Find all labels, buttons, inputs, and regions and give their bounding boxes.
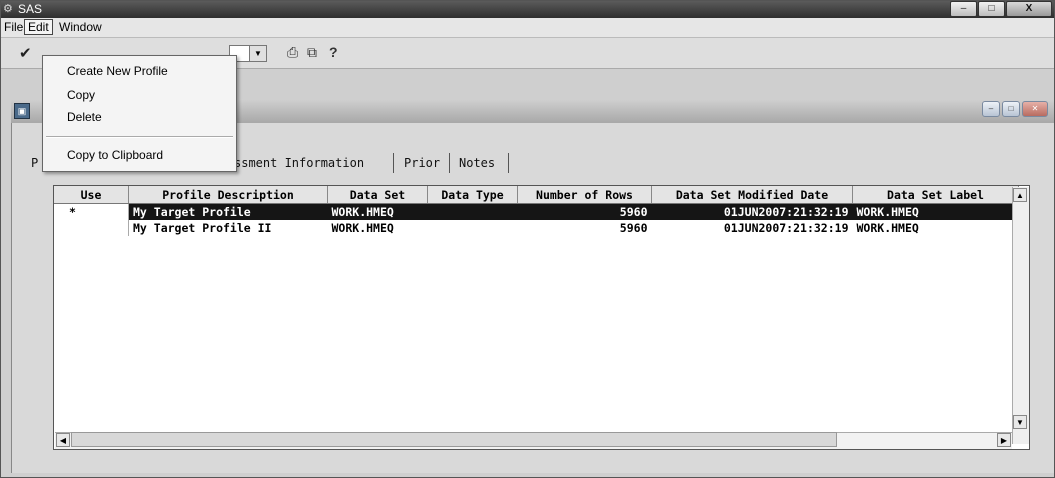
tab-divider [449, 153, 450, 173]
cell-label[interactable]: WORK.HMEQ [852, 203, 1019, 220]
tab-divider [508, 153, 509, 173]
tab-partial[interactable]: P [31, 156, 38, 170]
cell-use[interactable]: * [54, 203, 129, 220]
menu-separator [46, 136, 233, 138]
scroll-up-icon[interactable]: ▲ [1013, 188, 1027, 202]
cell-data-set[interactable]: WORK.HMEQ [328, 220, 428, 236]
tab-prior[interactable]: Prior [404, 156, 440, 170]
cell-modified[interactable]: 01JUN2007:21:32:19 [652, 220, 853, 236]
help-icon[interactable]: ? [329, 44, 338, 60]
menu-item-create-new-profile[interactable]: Create New Profile [67, 64, 168, 78]
tab-notes[interactable]: Notes [459, 156, 495, 170]
column-header-number-of-rows[interactable]: Number of Rows [517, 186, 652, 204]
table-row[interactable]: My Target Profile II WORK.HMEQ 5960 01JU… [54, 220, 1019, 236]
cell-description[interactable]: My Target Profile [128, 203, 328, 220]
menu-edit[interactable]: Edit [24, 19, 53, 35]
column-header-data-type[interactable]: Data Type [427, 186, 518, 204]
menu-item-copy[interactable]: Copy [67, 88, 95, 102]
cell-description[interactable]: My Target Profile II [129, 220, 328, 236]
column-header-profile-description[interactable]: Profile Description [128, 186, 328, 204]
cell-modified[interactable]: 01JUN2007:21:32:19 [651, 203, 853, 220]
scroll-left-icon[interactable]: ◀ [56, 433, 70, 447]
tab-assessment-information[interactable]: ssment Information [234, 156, 364, 170]
minimize-button[interactable]: – [950, 1, 977, 17]
menu-item-delete[interactable]: Delete [67, 110, 102, 124]
inner-close-button[interactable]: ✕ [1022, 101, 1048, 117]
table-row[interactable]: * My Target Profile WORK.HMEQ 5960 01JUN… [54, 203, 1019, 220]
cell-rows[interactable]: 5960 [517, 203, 652, 220]
sas-window: ⚙ SAS – □ X File Edit Window ✔ ▼ ⎙ ⧉ ? ▣… [0, 0, 1055, 478]
chevron-down-icon[interactable]: ▼ [249, 46, 266, 61]
column-header-use[interactable]: Use [54, 186, 129, 204]
column-header-data-set-label[interactable]: Data Set Label [852, 186, 1019, 204]
cell-rows[interactable]: 5960 [518, 220, 652, 236]
print-icon[interactable]: ⎙ [287, 44, 298, 61]
vertical-scrollbar[interactable] [1012, 187, 1029, 444]
menubar: File Edit Window [1, 18, 1054, 38]
scroll-down-icon[interactable]: ▼ [1013, 415, 1027, 429]
cell-use[interactable] [54, 220, 129, 236]
tab-divider [393, 153, 394, 173]
cell-data-set[interactable]: WORK.HMEQ [327, 203, 428, 220]
cell-data-type[interactable] [427, 203, 518, 220]
close-button[interactable]: X [1006, 1, 1052, 17]
maximize-button[interactable]: □ [978, 1, 1005, 17]
menu-item-copy-to-clipboard[interactable]: Copy to Clipboard [67, 148, 163, 162]
table-header-row: Use Profile Description Data Set Data Ty… [54, 186, 1019, 204]
check-icon[interactable]: ✔ [19, 44, 32, 62]
menu-file[interactable]: File [4, 20, 23, 34]
scroll-right-icon[interactable]: ▶ [997, 433, 1011, 447]
horizontal-scroll-thumb[interactable] [71, 432, 837, 447]
profile-table: Use Profile Description Data Set Data Ty… [54, 186, 1019, 236]
sas-app-icon: ⚙ [3, 3, 13, 15]
window-title: SAS [18, 2, 43, 16]
menu-window[interactable]: Window [59, 20, 102, 34]
copy-icon[interactable]: ⧉ [307, 44, 317, 61]
column-header-data-set[interactable]: Data Set [327, 186, 428, 204]
profile-grid: Use Profile Description Data Set Data Ty… [53, 185, 1030, 450]
edit-menu-dropdown: Create New Profile Copy Delete Copy to C… [42, 55, 237, 172]
column-header-modified-date[interactable]: Data Set Modified Date [651, 186, 853, 204]
inner-minimize-button[interactable]: – [982, 101, 1000, 117]
cell-label[interactable]: WORK.HMEQ [853, 220, 1019, 236]
window-titlebar[interactable]: ⚙ SAS – □ X [1, 1, 1054, 18]
cell-data-type[interactable] [428, 220, 518, 236]
profile-window-icon: ▣ [14, 103, 30, 119]
inner-maximize-button[interactable]: □ [1002, 101, 1020, 117]
